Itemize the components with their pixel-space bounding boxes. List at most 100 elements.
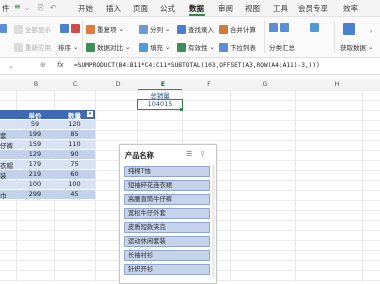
table-cell-price[interactable]: 100 bbox=[16, 180, 54, 189]
show-all-button[interactable]: 全部显示 bbox=[14, 24, 51, 34]
table-cell-quantity[interactable]: 60 bbox=[54, 170, 95, 179]
copy-icon[interactable]: ⎘ bbox=[38, 3, 44, 13]
table-cell-price[interactable]: 199 bbox=[16, 130, 54, 139]
table-cell-quantity[interactable]: 100 bbox=[54, 180, 95, 189]
table-header-cell[interactable]: 单价 bbox=[16, 110, 54, 120]
column-header-c[interactable]: C bbox=[68, 80, 82, 88]
duplicates-icon bbox=[86, 24, 95, 34]
menu-review[interactable]: 审阅 bbox=[218, 3, 233, 14]
outline-icon[interactable] bbox=[310, 23, 319, 32]
merge-calc-button[interactable]: 合并计算 bbox=[219, 24, 256, 34]
zoom-icon[interactable]: ⊕ bbox=[40, 61, 46, 69]
table-cell-quantity[interactable]: 75 bbox=[54, 160, 95, 169]
table-cell-quantity[interactable]: 85 bbox=[54, 130, 95, 139]
clear-filter-icon[interactable]: ⊽ bbox=[200, 150, 205, 158]
sort-asc-icon bbox=[60, 24, 69, 33]
table-cell-name[interactable]: 套 bbox=[0, 130, 16, 139]
slicer-scrollbar[interactable] bbox=[212, 165, 215, 277]
menu-icon[interactable]: ≡ bbox=[14, 2, 21, 11]
table-cell-name[interactable]: 巾 bbox=[0, 190, 16, 199]
menu-view[interactable]: 视图 bbox=[245, 3, 260, 14]
column-header-h[interactable]: H bbox=[330, 80, 344, 88]
fill-icon bbox=[139, 42, 148, 52]
fx-icon[interactable]: fx bbox=[57, 61, 64, 69]
table-cell-name[interactable] bbox=[0, 180, 16, 189]
dropdown-list-button[interactable]: 下拉列表 bbox=[219, 42, 256, 52]
validity-button[interactable]: 有效性 ⌄ bbox=[177, 42, 215, 52]
reapply-button[interactable]: 重新应用 bbox=[14, 42, 51, 52]
summary-label[interactable]: 总销量 bbox=[138, 90, 182, 100]
table-cell-price[interactable]: 159 bbox=[16, 140, 54, 149]
undo-icon[interactable]: ↶ bbox=[50, 3, 56, 12]
extract-icons[interactable] bbox=[269, 23, 289, 32]
menu-home[interactable]: 开始 bbox=[78, 3, 93, 14]
dropdown-icon[interactable]: ⌄ bbox=[24, 3, 30, 12]
slicer-item[interactable]: 皮质短款夹克 bbox=[124, 222, 210, 233]
column-header-g[interactable]: G bbox=[258, 80, 272, 88]
column-header-b[interactable]: B bbox=[29, 80, 43, 88]
slicer-item[interactable]: 纯棉T恤 bbox=[124, 166, 210, 177]
formula-input[interactable]: =SUMPRODUCT(B4:B11*C4:C11*SUBTOTAL(103,O… bbox=[74, 62, 320, 69]
menu-tools[interactable]: 工具 bbox=[273, 3, 288, 14]
table-cell-name[interactable]: 仔裤 bbox=[0, 140, 16, 149]
menu-insert[interactable]: 插入 bbox=[106, 3, 121, 14]
table-header-cell[interactable] bbox=[0, 110, 16, 119]
extract-icon bbox=[269, 23, 278, 32]
validity-icon bbox=[177, 42, 186, 52]
table-cell-quantity[interactable]: 120 bbox=[54, 120, 95, 129]
table-cell-quantity[interactable]: 90 bbox=[54, 150, 95, 159]
slicer-item[interactable]: 高腰直筒牛仔裤 bbox=[124, 194, 210, 205]
menu-efficiency[interactable]: 效率 bbox=[343, 3, 358, 14]
table-cell-name[interactable] bbox=[0, 120, 16, 129]
slicer-item[interactable]: 长袖衬衫 bbox=[124, 250, 210, 261]
slicer-item[interactable]: 短袖碎花连衣裙 bbox=[124, 180, 210, 191]
table-cell-quantity[interactable]: 45 bbox=[54, 190, 95, 199]
subtotal-button[interactable]: 分类汇总 bbox=[269, 42, 295, 52]
slicer-panel[interactable]: 产品名称 ☰ ⊽ 纯棉T恤短袖碎花连衣裙 高腰直筒牛仔裤 宽松牛仔外套 皮质短款夹克运… bbox=[119, 144, 217, 284]
filter-dropdown-icon[interactable]: ▾ bbox=[87, 111, 93, 117]
get-data-button[interactable]: 获取数据 ⌄ bbox=[340, 42, 373, 52]
menu-page[interactable]: 页面 bbox=[133, 3, 148, 14]
merge-calc-icon bbox=[219, 24, 228, 34]
table-cell-price[interactable]: 179 bbox=[16, 160, 54, 169]
menu-member[interactable]: 会员专享 bbox=[298, 3, 328, 14]
get-data-icon[interactable] bbox=[343, 23, 355, 35]
filter-icon bbox=[0, 24, 7, 33]
table-cell-quantity[interactable]: 110 bbox=[54, 140, 95, 149]
sort-desc-icon bbox=[71, 24, 80, 33]
sort-icons[interactable] bbox=[60, 24, 80, 33]
column-header-e[interactable]: E bbox=[156, 80, 170, 88]
summary-value-cell[interactable]: 104015 bbox=[137, 99, 183, 110]
table-cell-price[interactable]: 299 bbox=[16, 190, 54, 199]
row-gridline bbox=[0, 100, 380, 101]
table-cell-price[interactable]: 129 bbox=[16, 150, 54, 159]
outline-glyph bbox=[310, 23, 319, 32]
split-button[interactable]: 分列 ⌄ bbox=[139, 24, 170, 34]
menu-file[interactable]: 件 bbox=[2, 3, 10, 14]
compare-button[interactable]: 数据对比 ⌄ bbox=[86, 42, 130, 52]
table-cell-price[interactable]: 59 bbox=[16, 120, 54, 129]
name-box-dropdown-icon[interactable]: ⌄ bbox=[8, 62, 14, 70]
find-entry-button[interactable]: 查找录入 bbox=[177, 24, 214, 34]
fill-button[interactable]: 填充 ⌄ bbox=[139, 42, 170, 52]
multi-select-icon[interactable]: ☰ bbox=[186, 150, 192, 158]
slicer-item[interactable]: 宽松牛仔外套 bbox=[124, 208, 210, 219]
more-icon[interactable]: › bbox=[370, 27, 373, 35]
menu-formula[interactable]: 公式 bbox=[160, 3, 175, 14]
duplicates-button[interactable]: 重复项 ⌄ bbox=[86, 24, 124, 34]
table-cell-price[interactable]: 219 bbox=[16, 170, 54, 179]
table-cell-name[interactable] bbox=[0, 150, 16, 159]
fill-handle[interactable] bbox=[180, 108, 183, 111]
slicer-title: 产品名称 bbox=[125, 151, 154, 160]
slicer-item[interactable]: 运动休闲套装 bbox=[124, 236, 210, 247]
table-cell-name[interactable]: 衣帽 bbox=[0, 160, 16, 169]
table-cell-name[interactable]: 装 bbox=[0, 170, 16, 179]
menu-data[interactable]: 数据 bbox=[189, 3, 204, 14]
reapply-icon bbox=[14, 42, 23, 52]
column-header-d[interactable]: D bbox=[111, 80, 125, 88]
slicer-item[interactable]: 针织开衫 bbox=[124, 264, 210, 275]
database-icon bbox=[343, 23, 355, 35]
column-header-f[interactable]: F bbox=[202, 80, 216, 88]
sort-button[interactable]: 排序 ⌄ bbox=[58, 42, 78, 52]
filter-group[interactable] bbox=[0, 24, 7, 33]
